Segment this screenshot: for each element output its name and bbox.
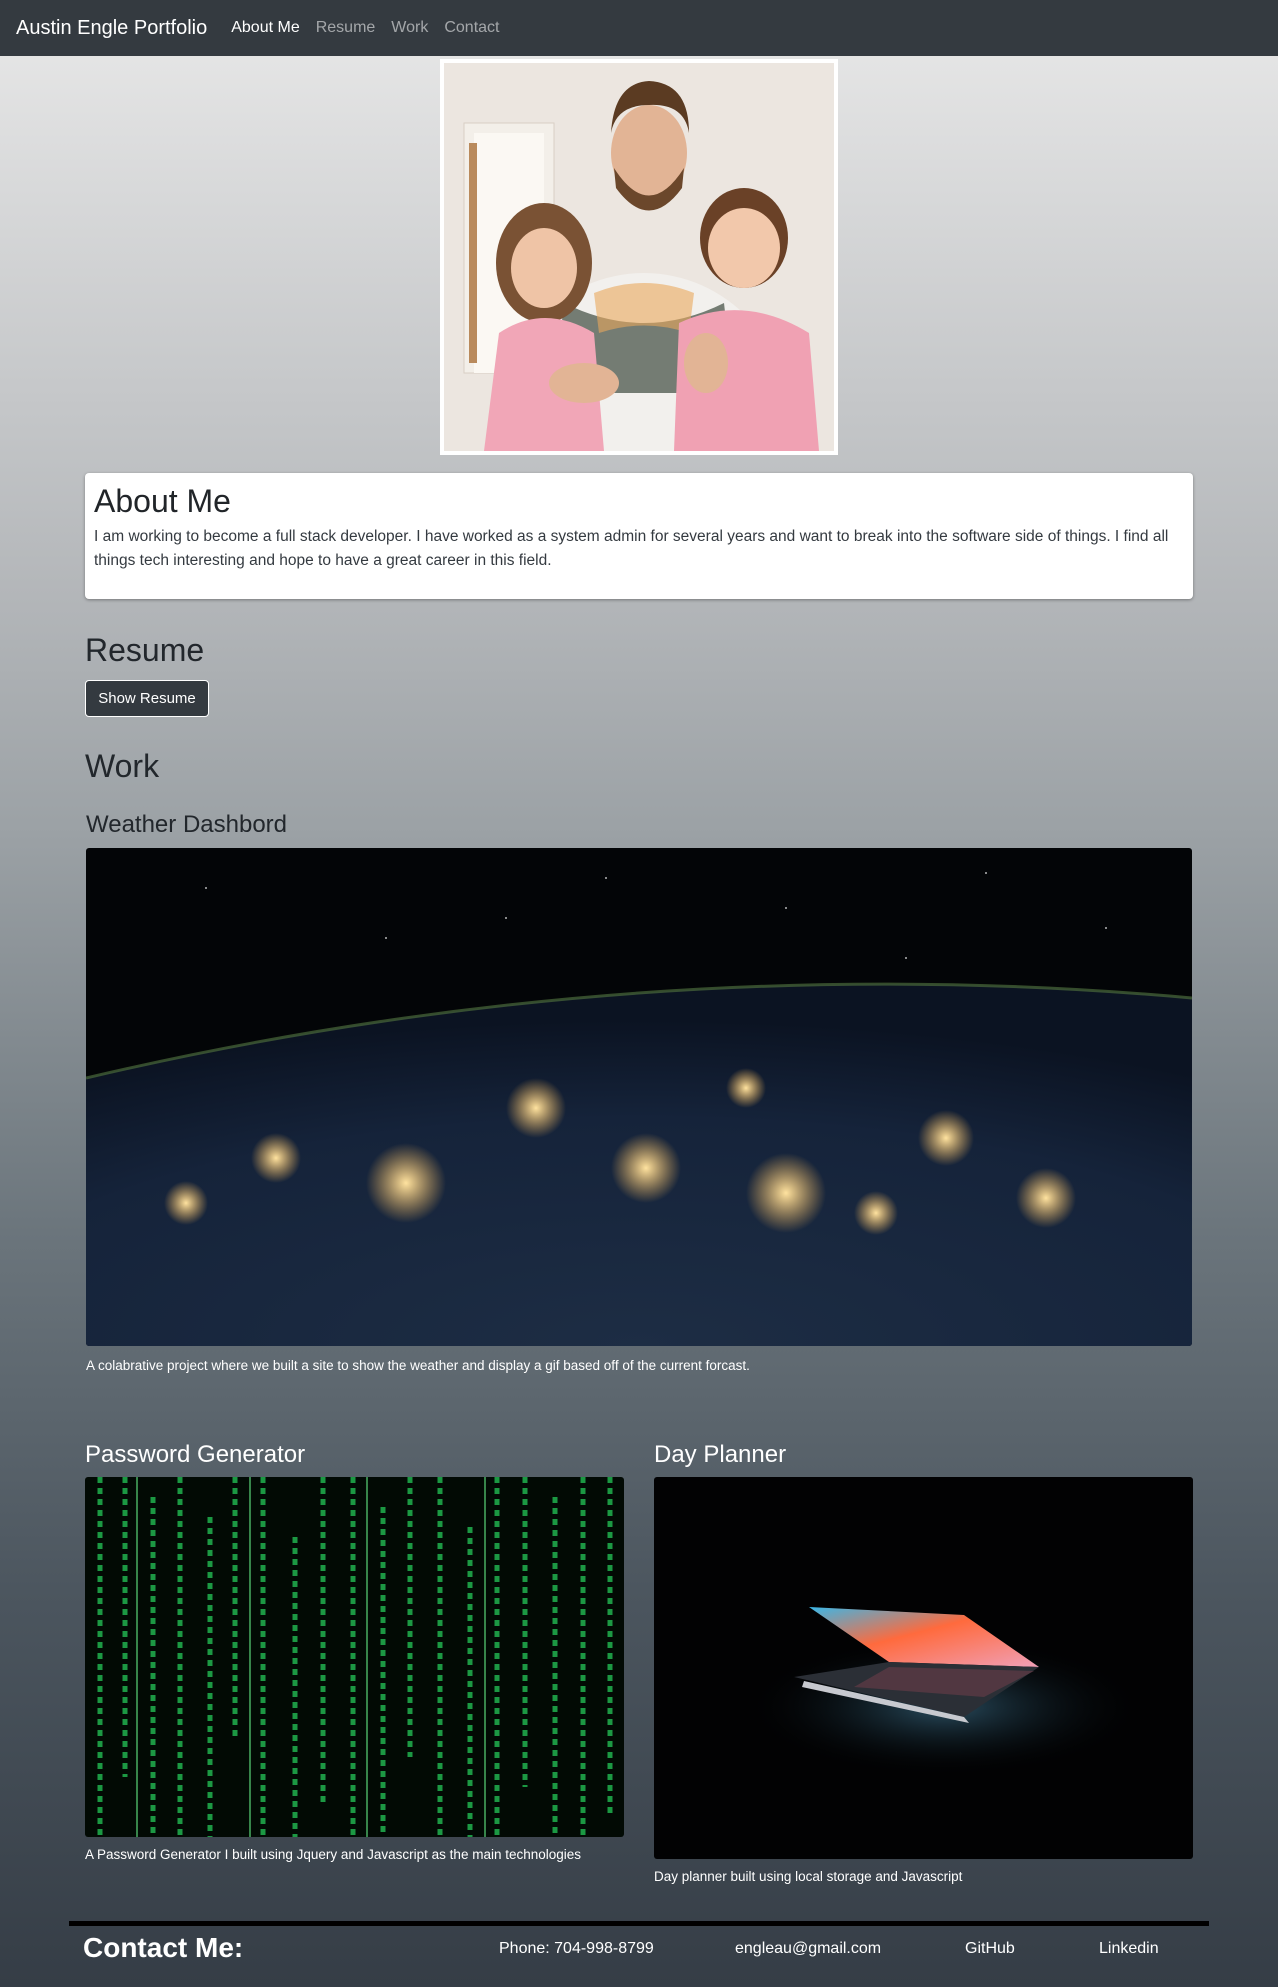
contact-email-link[interactable]: engleau@gmail.com [735,1940,881,1958]
project-image-password[interactable] [85,1477,624,1837]
project-title-weather: Weather Dashbord [86,811,287,838]
show-resume-button[interactable]: Show Resume [85,680,209,717]
nav-link-resume[interactable]: Resume [316,19,376,37]
navbar: Austin Engle Portfolio About Me Resume W… [0,0,1278,56]
contact-title: Contact Me: [83,1932,244,1963]
nav-link-contact[interactable]: Contact [444,19,499,37]
contact-phone[interactable]: Phone: 704-998-8799 [499,1940,654,1958]
linkedin-link[interactable]: Linkedin [1099,1940,1159,1958]
project-image-dayplanner[interactable] [654,1477,1193,1859]
about-title: About Me [94,483,231,519]
nav-link-about[interactable]: About Me [231,19,299,37]
about-card: About Me I am working to become a full s… [85,473,1193,599]
resume-heading: Resume [85,632,205,668]
project-caption-weather: A colabrative project where we built a s… [86,1358,750,1373]
nav-link-work[interactable]: Work [391,19,428,37]
project-caption-dayplanner: Day planner built using local storage an… [654,1869,963,1884]
brand-link[interactable]: Austin Engle Portfolio [16,17,207,40]
project-image-weather[interactable] [86,848,1192,1346]
work-heading: Work [85,748,160,784]
project-title-password: Password Generator [85,1441,306,1468]
about-text: I am working to become a full stack deve… [94,528,1169,569]
project-title-dayplanner: Day Planner [654,1441,787,1468]
profile-photo [440,59,838,455]
project-caption-password: A Password Generator I built using Jquer… [85,1847,582,1862]
contact-footer: Contact Me: Phone: 704-998-8799 engleau@… [69,1921,1209,1987]
github-link[interactable]: GitHub [965,1940,1015,1958]
